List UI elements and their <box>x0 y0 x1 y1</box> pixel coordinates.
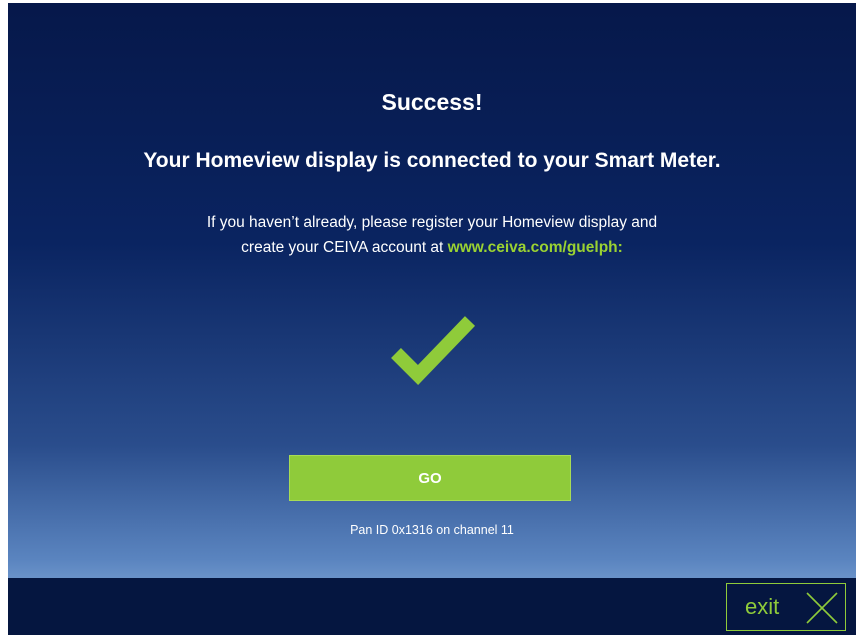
link-colon: : <box>617 239 623 256</box>
instructions-line-2-text: create your CEIVA account at <box>241 239 448 256</box>
ceiva-registration-link[interactable]: www.ceiva.com/guelph <box>448 239 618 256</box>
close-x-icon <box>806 592 838 624</box>
instructions-line-2: create your CEIVA account at www.ceiva.c… <box>8 235 856 260</box>
connection-message: Your Homeview display is connected to yo… <box>143 149 721 172</box>
registration-instructions: If you haven’t already, please register … <box>8 210 856 260</box>
pan-id-status: Pan ID 0x1316 on channel 11 <box>350 523 514 537</box>
go-button[interactable]: GO <box>289 455 571 501</box>
exit-label: exit <box>745 594 780 619</box>
instructions-line-1: If you haven’t already, please register … <box>206 214 658 231</box>
success-title: Success! <box>381 89 483 115</box>
exit-button[interactable]: exit <box>726 583 846 631</box>
checkmark-icon <box>391 316 476 385</box>
success-screen: Success! Your Homeview display is connec… <box>8 3 856 635</box>
